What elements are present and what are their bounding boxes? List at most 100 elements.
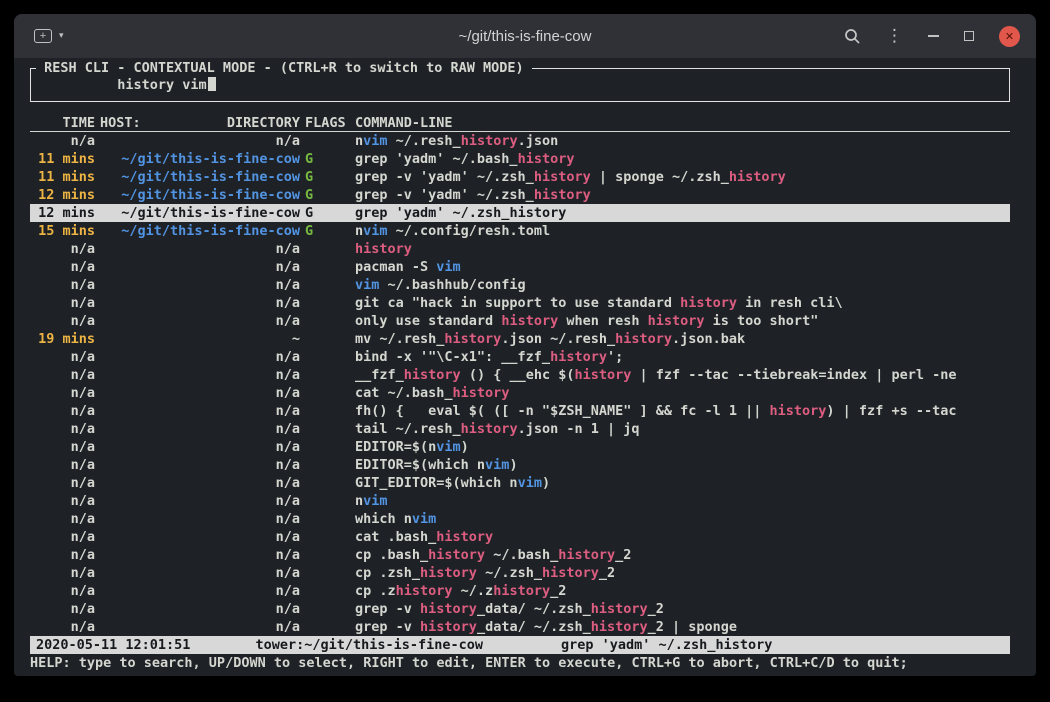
row-command: grep -v 'yadm' ~/.zsh_history	[355, 186, 1010, 204]
history-row[interactable]: n/an/ahistory	[30, 240, 1010, 258]
history-row[interactable]: n/an/aGIT_EDITOR=$(which nvim)	[30, 474, 1010, 492]
row-time: n/a	[30, 240, 95, 258]
row-flags	[305, 600, 350, 618]
close-button[interactable]: ✕	[999, 26, 1020, 47]
row-time: n/a	[30, 546, 95, 564]
row-time: n/a	[30, 420, 95, 438]
column-header-host-directory: HOST:DIRECTORY	[100, 114, 300, 131]
row-flags	[305, 510, 350, 528]
history-row[interactable]: n/an/acat .bash_history	[30, 528, 1010, 546]
row-time: n/a	[30, 564, 95, 582]
row-directory: n/a	[100, 240, 300, 258]
minimize-button[interactable]	[928, 35, 939, 37]
history-row[interactable]: n/an/apacman -S vim	[30, 258, 1010, 276]
search-match: history	[680, 295, 737, 311]
history-row[interactable]: n/an/afh() { eval $( ([ -n "$ZSH_NAME" ]…	[30, 402, 1010, 420]
row-time: n/a	[30, 492, 95, 510]
row-time: n/a	[30, 366, 95, 384]
history-row[interactable]: 19 mins~mv ~/.resh_history.json ~/.resh_…	[30, 330, 1010, 348]
history-row[interactable]: n/an/acat ~/.bash_history	[30, 384, 1010, 402]
row-command: cp .zsh_history ~/.zsh_history_2	[355, 564, 1010, 582]
history-row[interactable]: n/an/acp .zhistory ~/.zhistory_2	[30, 582, 1010, 600]
row-time: n/a	[30, 294, 95, 312]
history-row[interactable]: n/an/awhich nvim	[30, 510, 1010, 528]
search-match: history	[558, 547, 615, 563]
history-row[interactable]: n/an/aEDITOR=$(nvim)	[30, 438, 1010, 456]
row-directory: n/a	[100, 384, 300, 402]
new-tab-button[interactable]: + ▾	[34, 29, 64, 43]
history-row[interactable]: n/an/agrep -v history_data/ ~/.zsh_histo…	[30, 618, 1010, 636]
history-row[interactable]: 15 mins~/git/this-is-fine-cowGnvim ~/.co…	[30, 222, 1010, 240]
search-match: vim	[363, 223, 387, 239]
search-match: history	[534, 169, 591, 185]
row-command: cat ~/.bash_history	[355, 384, 1010, 402]
resh-search-box: RESH CLI - CONTEXTUAL MODE - (CTRL+R to …	[30, 68, 1010, 102]
row-directory: ~	[100, 330, 300, 348]
search-match: history	[648, 313, 705, 329]
search-match: history	[428, 547, 485, 563]
history-row[interactable]: n/an/agrep -v history_data/ ~/.zsh_histo…	[30, 600, 1010, 618]
row-command: nvim ~/.config/resh.toml	[355, 222, 1010, 240]
row-flags: G	[305, 204, 350, 222]
history-row[interactable]: n/a n/a git ca "hack in support to use sta…	[30, 294, 1010, 312]
row-directory: n/a	[100, 582, 300, 600]
history-row[interactable]: 11 mins~/git/this-is-fine-cowGgrep -v 'y…	[30, 168, 1010, 186]
status-datetime: 2020-05-11 12:01:51	[36, 636, 190, 654]
search-match: history	[436, 529, 493, 545]
row-directory: n/a	[100, 420, 300, 438]
history-row[interactable]: n/an/atail ~/.resh_history.json -n 1 | j…	[30, 420, 1010, 438]
history-row[interactable]: 11 mins~/git/this-is-fine-cowGgrep 'yadm…	[30, 150, 1010, 168]
search-match: history	[591, 601, 648, 617]
restore-button[interactable]	[964, 31, 974, 41]
search-match: history	[453, 385, 510, 401]
titlebar[interactable]: + ▾ ~/git/this-is-fine-cow ⋮	[14, 14, 1036, 58]
resh-mode-label: RESH CLI - CONTEXTUAL MODE - (CTRL+R to …	[36, 59, 532, 77]
row-flags	[305, 348, 350, 366]
search-match: vim	[485, 457, 509, 473]
history-row[interactable]: n/an/acp .zsh_history ~/.zsh_history_2	[30, 564, 1010, 582]
history-row-selected[interactable]: 12 mins~/git/this-is-fine-cowGgrep 'yadm…	[30, 204, 1010, 222]
search-button[interactable]	[844, 28, 861, 45]
row-directory: n/a	[100, 600, 300, 618]
row-time: 11 mins	[30, 168, 95, 186]
history-row[interactable]: n/an/aonly use standard history when res…	[30, 312, 1010, 330]
row-directory: n/a	[100, 312, 300, 330]
history-row[interactable]: n/an/a__fzf_history () { __ehc $(history…	[30, 366, 1010, 384]
column-header-command: COMMAND-LINE	[355, 114, 1010, 131]
row-directory: n/a	[100, 366, 300, 384]
menu-kebab-icon[interactable]: ⋮	[886, 28, 903, 45]
search-match: vim	[355, 277, 379, 293]
new-tab-icon: +	[34, 29, 52, 43]
row-time: n/a	[30, 510, 95, 528]
row-directory: n/a	[100, 492, 300, 510]
row-time: n/a	[30, 528, 95, 546]
row-flags	[305, 582, 350, 600]
row-command: GIT_EDITOR=$(which nvim)	[355, 474, 1010, 492]
history-row[interactable]: n/a n/a bind -x '"\C-x1": __fzf_history';	[30, 348, 1010, 366]
row-flags: G	[305, 222, 350, 240]
row-flags	[305, 492, 350, 510]
row-flags	[305, 258, 350, 276]
row-flags	[305, 384, 350, 402]
row-directory: n/a	[100, 294, 300, 312]
history-row[interactable]: n/a n/a nvim	[30, 492, 1010, 510]
history-row[interactable]: n/an/anvim ~/.resh_history.json	[30, 132, 1010, 150]
row-directory: n/a	[100, 348, 300, 366]
row-directory: n/a	[100, 438, 300, 456]
search-match: history	[770, 403, 827, 419]
history-row[interactable]: 12 mins~/git/this-is-fine-cowGgrep -v 'y…	[30, 186, 1010, 204]
search-match: history	[534, 187, 591, 203]
history-row[interactable]: n/an/aEDITOR=$(which nvim)	[30, 456, 1010, 474]
row-command: git ca "hack in support to use standard …	[355, 294, 1010, 312]
search-match: history	[509, 205, 566, 221]
history-row[interactable]: n/an/acp .bash_history ~/.bash_history_2	[30, 546, 1010, 564]
history-row[interactable]: n/an/avim ~/.bashhub/config	[30, 276, 1010, 294]
search-match: history	[574, 367, 631, 383]
terminal-content[interactable]: RESH CLI - CONTEXTUAL MODE - (CTRL+R to …	[14, 58, 1036, 676]
row-command: cp .bash_history ~/.bash_history_2	[355, 546, 1010, 564]
row-command: bind -x '"\C-x1": __fzf_history';	[355, 348, 1010, 366]
row-command: nvim	[355, 492, 1010, 510]
row-command: EDITOR=$(which nvim)	[355, 456, 1010, 474]
row-directory: ~/git/this-is-fine-cow	[100, 168, 300, 186]
row-time: n/a	[30, 348, 95, 366]
